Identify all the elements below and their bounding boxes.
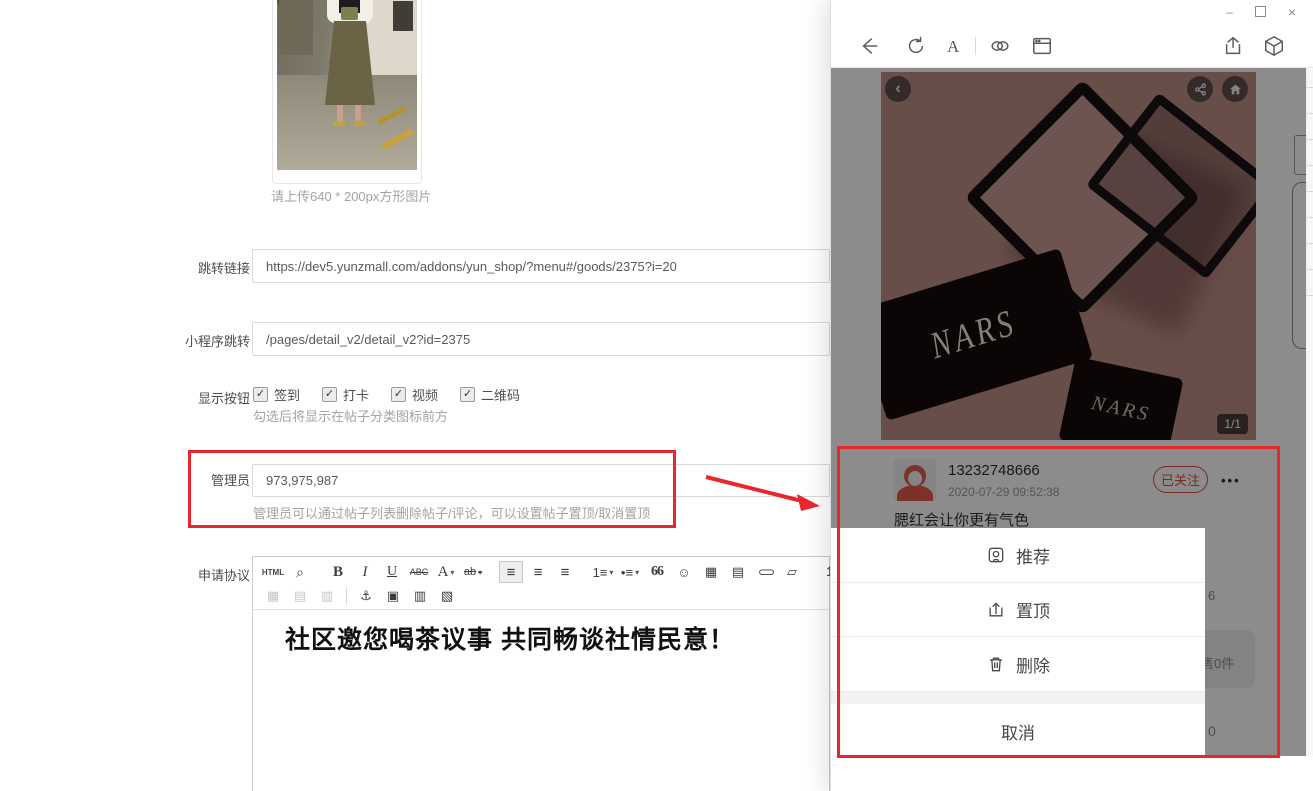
- delete-icon: [986, 654, 1006, 674]
- action-label: 删除: [1016, 652, 1050, 677]
- ordered-list-icon[interactable]: 1≡▾: [591, 561, 615, 583]
- blockquote-icon[interactable]: 66: [645, 561, 669, 583]
- font-color-icon[interactable]: A▾: [434, 561, 458, 583]
- eraser-icon[interactable]: ▱: [780, 561, 804, 583]
- window-controls: – ×: [1226, 5, 1296, 19]
- recommend-icon: [986, 545, 1006, 565]
- scrollbar[interactable]: [1306, 68, 1313, 756]
- show-buttons-group: ✓ 签到 ✓ 打卡 ✓ 视频 ✓ 二维码: [253, 385, 520, 404]
- unordered-list-icon[interactable]: •≡▾: [618, 561, 642, 583]
- checkbox-item[interactable]: ✓ 二维码: [460, 385, 520, 404]
- table-col-icon[interactable]: ▥: [315, 585, 339, 607]
- toolbar-divider: [975, 37, 976, 55]
- html-source-icon[interactable]: HTML: [261, 561, 285, 583]
- media-icon[interactable]: ▤: [726, 561, 750, 583]
- checkbox[interactable]: ✓: [391, 387, 406, 402]
- upload-image-box[interactable]: [272, 0, 422, 184]
- back-icon[interactable]: [858, 35, 880, 57]
- checkbox-label: 打卡: [343, 385, 369, 404]
- checkbox-label: 签到: [274, 385, 300, 404]
- highlight-icon[interactable]: ab▾: [461, 561, 485, 583]
- action-label: 推荐: [1016, 543, 1050, 568]
- pin-top-icon: [986, 600, 1006, 620]
- mini-program-input[interactable]: [252, 322, 830, 356]
- editor-content[interactable]: 社区邀您喝茶议事 共同畅谈社情民意！: [253, 609, 829, 656]
- maximize-icon: [1255, 6, 1266, 17]
- link-icon[interactable]: [989, 35, 1011, 57]
- image-icon[interactable]: ▦: [699, 561, 723, 583]
- minimize-button[interactable]: –: [1226, 6, 1233, 18]
- close-button[interactable]: ×: [1288, 5, 1296, 19]
- show-buttons-label: 显示按钮: [120, 388, 250, 407]
- checkbox[interactable]: ✓: [253, 387, 268, 402]
- align-center-icon[interactable]: ≡: [526, 561, 550, 583]
- agreement-label: 申请协议: [120, 565, 250, 584]
- admins-input[interactable]: [252, 464, 830, 497]
- checkbox-label: 视频: [412, 385, 438, 404]
- jump-link-label: 跳转链接: [120, 258, 250, 277]
- link-icon[interactable]: ⊂⊃: [753, 561, 777, 583]
- toolbar-divider: [346, 587, 347, 605]
- upload-photo: [277, 0, 417, 170]
- table-row-icon[interactable]: ▤: [288, 585, 312, 607]
- admins-hint: 管理员可以通过帖子列表删除帖子/评论，可以设置帖子置顶/取消置顶: [253, 503, 650, 522]
- action-delete[interactable]: 删除: [831, 637, 1205, 692]
- browser-toolbar: A: [831, 25, 1313, 68]
- bold-icon[interactable]: B: [326, 561, 350, 583]
- underline-icon[interactable]: U: [380, 561, 404, 583]
- action-pin-top[interactable]: 置顶: [831, 583, 1205, 637]
- admins-label: 管理员: [120, 470, 250, 489]
- rich-text-editor[interactable]: HTML⌕BIUABCA▾ab▾≡≡≡1≡▾•≡▾66☺▦▤⊂⊃▱↥ ▦▤▥⚓▣…: [252, 556, 830, 791]
- editor-toolbar-row1: HTML⌕BIUABCA▾ab▾≡≡≡1≡▾•≡▾66☺▦▤⊂⊃▱↥: [253, 557, 829, 585]
- checkbox-item[interactable]: ✓ 打卡: [322, 385, 369, 404]
- anchor-icon[interactable]: ⚓: [354, 585, 378, 607]
- refresh-icon[interactable]: [905, 35, 927, 57]
- italic-icon[interactable]: I: [353, 561, 377, 583]
- action-recommend[interactable]: 推荐: [831, 528, 1205, 583]
- checkbox-item[interactable]: ✓ 视频: [391, 385, 438, 404]
- show-buttons-hint: 勾选后将显示在帖子分类图标前方: [253, 406, 448, 425]
- action-sheet: 推荐 置顶 删除 取消: [831, 528, 1205, 756]
- print-icon[interactable]: ▥: [408, 585, 432, 607]
- table-icon[interactable]: ▦: [261, 585, 285, 607]
- checkbox-label: 二维码: [481, 385, 520, 404]
- upload-caption: 请上传640 * 200px方形图片: [271, 186, 431, 205]
- agreement-heading: 社区邀您喝茶议事 共同畅谈社情民意！: [285, 620, 829, 656]
- font-icon[interactable]: A: [947, 37, 969, 59]
- align-right-icon[interactable]: ≡: [553, 561, 577, 583]
- emoji-icon[interactable]: ☺: [672, 561, 696, 583]
- share-icon[interactable]: [1223, 35, 1245, 57]
- checkbox[interactable]: ✓: [460, 387, 475, 402]
- checkbox[interactable]: ✓: [322, 387, 337, 402]
- action-cancel[interactable]: 取消: [831, 704, 1205, 756]
- browser-icon[interactable]: [1031, 35, 1053, 57]
- cube-icon[interactable]: [1263, 35, 1285, 57]
- sheet-gap: [831, 692, 1205, 704]
- image-frame-icon[interactable]: ▣: [381, 585, 405, 607]
- align-left-icon[interactable]: ≡: [499, 561, 523, 583]
- preview-icon[interactable]: ⌕: [288, 561, 312, 583]
- action-label: 取消: [1001, 719, 1035, 744]
- checkbox-item[interactable]: ✓ 签到: [253, 385, 300, 404]
- paste-icon[interactable]: ▧: [435, 585, 459, 607]
- editor-toolbar-row2: ▦▤▥⚓▣▥▧: [253, 585, 829, 609]
- strikethrough-icon[interactable]: ABC: [407, 561, 431, 583]
- screen: 请上传640 * 200px方形图片 跳转链接 小程序跳转 显示按钮 ✓ 签到 …: [0, 0, 1313, 791]
- mini-program-label: 小程序跳转: [120, 331, 250, 350]
- maximize-button[interactable]: [1255, 6, 1266, 19]
- preview-window: – × A: [830, 0, 1313, 791]
- action-label: 置顶: [1016, 597, 1050, 622]
- phone-viewport: NARS NARS ‹ 1/1 13232748666 2020-07-29: [831, 68, 1306, 756]
- jump-link-input[interactable]: [252, 249, 830, 283]
